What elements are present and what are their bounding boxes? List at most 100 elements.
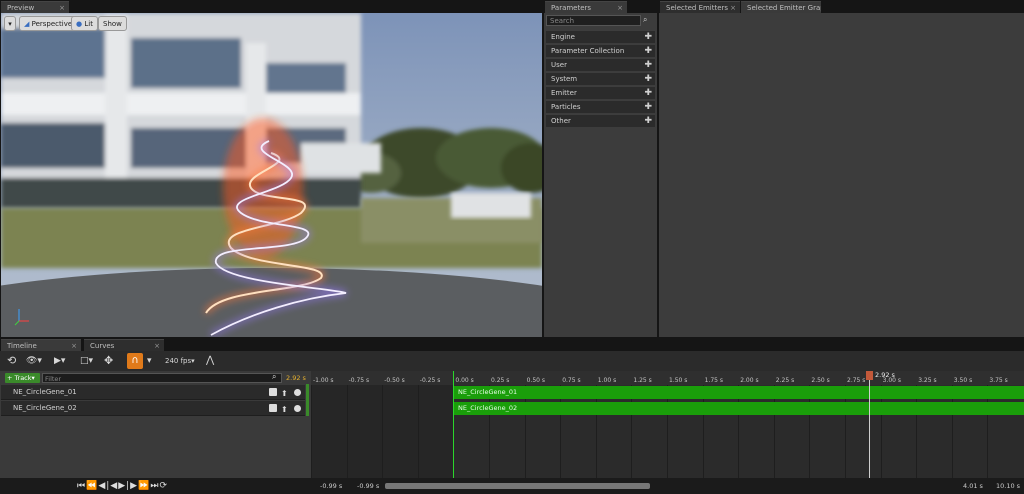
record-icon[interactable] xyxy=(294,405,301,412)
lit-button[interactable]: ● Lit xyxy=(71,16,98,31)
track-bar-label: NE_CircleGene_02 xyxy=(458,404,518,412)
category-label: Engine xyxy=(551,33,575,41)
grid-line xyxy=(382,385,384,478)
ruler-tick-label: 0.75 s xyxy=(562,377,581,384)
view-end-readout[interactable]: 4.01 s xyxy=(963,482,983,490)
show-label: Show xyxy=(103,20,122,28)
perspective-label: Perspective xyxy=(31,20,73,28)
show-button[interactable]: Show xyxy=(98,16,127,31)
track-bar[interactable]: NE_CircleGene_02 xyxy=(454,402,1024,415)
pin-icon[interactable]: ⬆ xyxy=(281,386,288,401)
parameters-panel: Search ⌕ Engine ✚ Parameter Collection ✚ U… xyxy=(544,13,657,337)
tab-selected-emitters[interactable]: Selected Emitters × xyxy=(660,1,740,13)
ruler-tick-label: -0.25 s xyxy=(419,377,441,384)
refresh-icon[interactable]: ⟲ xyxy=(7,354,16,368)
tab-selected-emitter-graph[interactable]: Selected Emitter Graph xyxy=(741,1,821,13)
step-forward-key-icon[interactable]: ⏩ xyxy=(138,481,150,491)
ruler-tick-label: 3.25 s xyxy=(918,377,937,384)
fps-dropdown[interactable]: 240 fps▾ xyxy=(165,354,195,368)
track-row[interactable]: NE_CircleGene_02 ⬆ xyxy=(1,401,305,416)
add-icon[interactable]: ✚ xyxy=(644,87,652,100)
timeline-scrollbar[interactable] xyxy=(385,483,650,489)
timeline-toolbar: ⟲ 👁▾ ▶▾ □▾ ✥ ∩ ▾ 240 fps▾ ⋀ xyxy=(0,351,1024,371)
ruler-tick-label: 0.50 s xyxy=(526,377,545,384)
range-start-readout[interactable]: -0.99 s xyxy=(357,482,379,490)
tab-selected-emitter-graph-label: Selected Emitter Graph xyxy=(747,4,821,12)
snap-options-icon[interactable]: ▾ xyxy=(147,354,152,368)
search-icon[interactable]: ⌕ xyxy=(643,15,647,25)
param-category-user[interactable]: User ✚ xyxy=(546,58,655,71)
record-icon[interactable] xyxy=(294,389,301,396)
step-forward-icon[interactable]: |▶ xyxy=(126,481,138,491)
checkbox-icon[interactable] xyxy=(269,404,277,412)
param-category-system[interactable]: System ✚ xyxy=(546,72,655,85)
step-back-key-icon[interactable]: ⏪ xyxy=(86,481,98,491)
tab-timeline[interactable]: Timeline × xyxy=(1,339,81,351)
track-bar[interactable]: NE_CircleGene_01 xyxy=(454,386,1024,399)
ruler-tick-label: 2.00 s xyxy=(740,377,759,384)
transform-icon[interactable]: ✥ xyxy=(104,354,113,368)
param-category-engine[interactable]: Engine ✚ xyxy=(546,30,655,43)
tab-preview-label: Preview xyxy=(7,4,35,12)
parameters-search-input[interactable]: Search xyxy=(546,15,641,26)
eye-icon[interactable]: 👁▾ xyxy=(26,354,42,368)
playhead-handle[interactable] xyxy=(866,371,873,380)
track-filter-input[interactable]: Filter xyxy=(42,373,282,383)
tab-selected-emitters-label: Selected Emitters xyxy=(666,4,729,12)
grid-line xyxy=(311,385,312,478)
track-name: NE_CircleGene_01 xyxy=(13,388,77,396)
add-icon[interactable]: ✚ xyxy=(644,45,652,58)
category-label: Emitter xyxy=(551,89,577,97)
tab-parameters[interactable]: Parameters × xyxy=(545,1,627,13)
checkbox-icon[interactable] xyxy=(269,388,277,396)
param-category-emitter[interactable]: Emitter ✚ xyxy=(546,86,655,99)
track-row[interactable]: NE_CircleGene_01 ⬆ xyxy=(1,385,305,400)
loop-icon[interactable]: ⟳ xyxy=(159,481,168,491)
add-icon[interactable]: ✚ xyxy=(644,31,652,44)
ruler-tick-label: 3.75 s xyxy=(989,377,1008,384)
add-track-button[interactable]: + Track▾ xyxy=(5,373,40,383)
perspective-button[interactable]: ◢ Perspective xyxy=(19,16,78,31)
transport-controls: ⏮⏪◀|◀▶|▶⏩⏭⟳ xyxy=(77,481,168,491)
snap-magnet-icon[interactable]: ∩ xyxy=(127,353,143,369)
add-icon[interactable]: ✚ xyxy=(644,59,652,72)
transport-bar: ⏮⏪◀|◀▶|▶⏩⏭⟳ -0.99 s -0.99 s 4.01 s 10.10… xyxy=(0,478,1024,494)
tab-preview[interactable]: Preview × xyxy=(1,1,69,13)
tab-curves-label: Curves xyxy=(90,342,115,350)
sequencer-area[interactable]: -1.00 s -0.75 s -0.50 s -0.25 s 0.00 s 0.25 s… xyxy=(311,371,1024,478)
ruler-tick-label: -1.00 s xyxy=(313,377,334,384)
grid-line xyxy=(417,385,419,478)
jump-start-icon[interactable]: ⏮ xyxy=(77,481,86,491)
range-end-readout[interactable]: 10.10 s xyxy=(996,482,1020,490)
grid-line xyxy=(346,385,348,478)
add-icon[interactable]: ✚ xyxy=(644,101,652,114)
playhead-line xyxy=(869,371,870,478)
category-label: System xyxy=(551,75,578,83)
viewport-options-button[interactable]: ▾ xyxy=(4,16,16,31)
selected-emitters-panel xyxy=(659,13,1024,337)
add-icon[interactable]: ✚ xyxy=(644,73,652,86)
ruler-tick-label: -0.75 s xyxy=(348,377,370,384)
view-start-readout[interactable]: -0.99 s xyxy=(320,482,342,490)
add-icon[interactable]: ✚ xyxy=(644,115,652,128)
param-category-parameter-collection[interactable]: Parameter Collection ✚ xyxy=(546,44,655,57)
selection-icon[interactable]: □▾ xyxy=(80,354,93,368)
preview-scene xyxy=(1,13,542,337)
category-label: Other xyxy=(551,117,571,125)
play-icon[interactable]: ▶ xyxy=(118,481,126,491)
param-category-other[interactable]: Other ✚ xyxy=(546,114,655,127)
perspective-icon: ◢ xyxy=(24,20,32,28)
ruler-tick-label: 0.00 s xyxy=(455,377,474,384)
preview-viewport[interactable]: ▾ ◢ Perspective ● Lit Show xyxy=(1,13,542,337)
pin-icon[interactable]: ⬆ xyxy=(281,402,288,417)
search-icon[interactable]: ⌕ xyxy=(272,372,276,382)
curve-tool-icon[interactable]: ⋀ xyxy=(206,354,214,368)
step-back-icon[interactable]: ◀| xyxy=(98,481,110,491)
track-bar-label: NE_CircleGene_01 xyxy=(458,388,518,396)
play-options-icon[interactable]: ▶▾ xyxy=(54,354,65,368)
ruler-tick-label: 2.50 s xyxy=(811,377,830,384)
param-category-particles[interactable]: Particles ✚ xyxy=(546,100,655,113)
time-ruler[interactable] xyxy=(311,371,1024,385)
tab-curves[interactable]: Curves × xyxy=(84,339,164,351)
track-list: + Track▾ Filter ⌕ 2.92 s NE_CircleGene_0… xyxy=(0,371,311,478)
